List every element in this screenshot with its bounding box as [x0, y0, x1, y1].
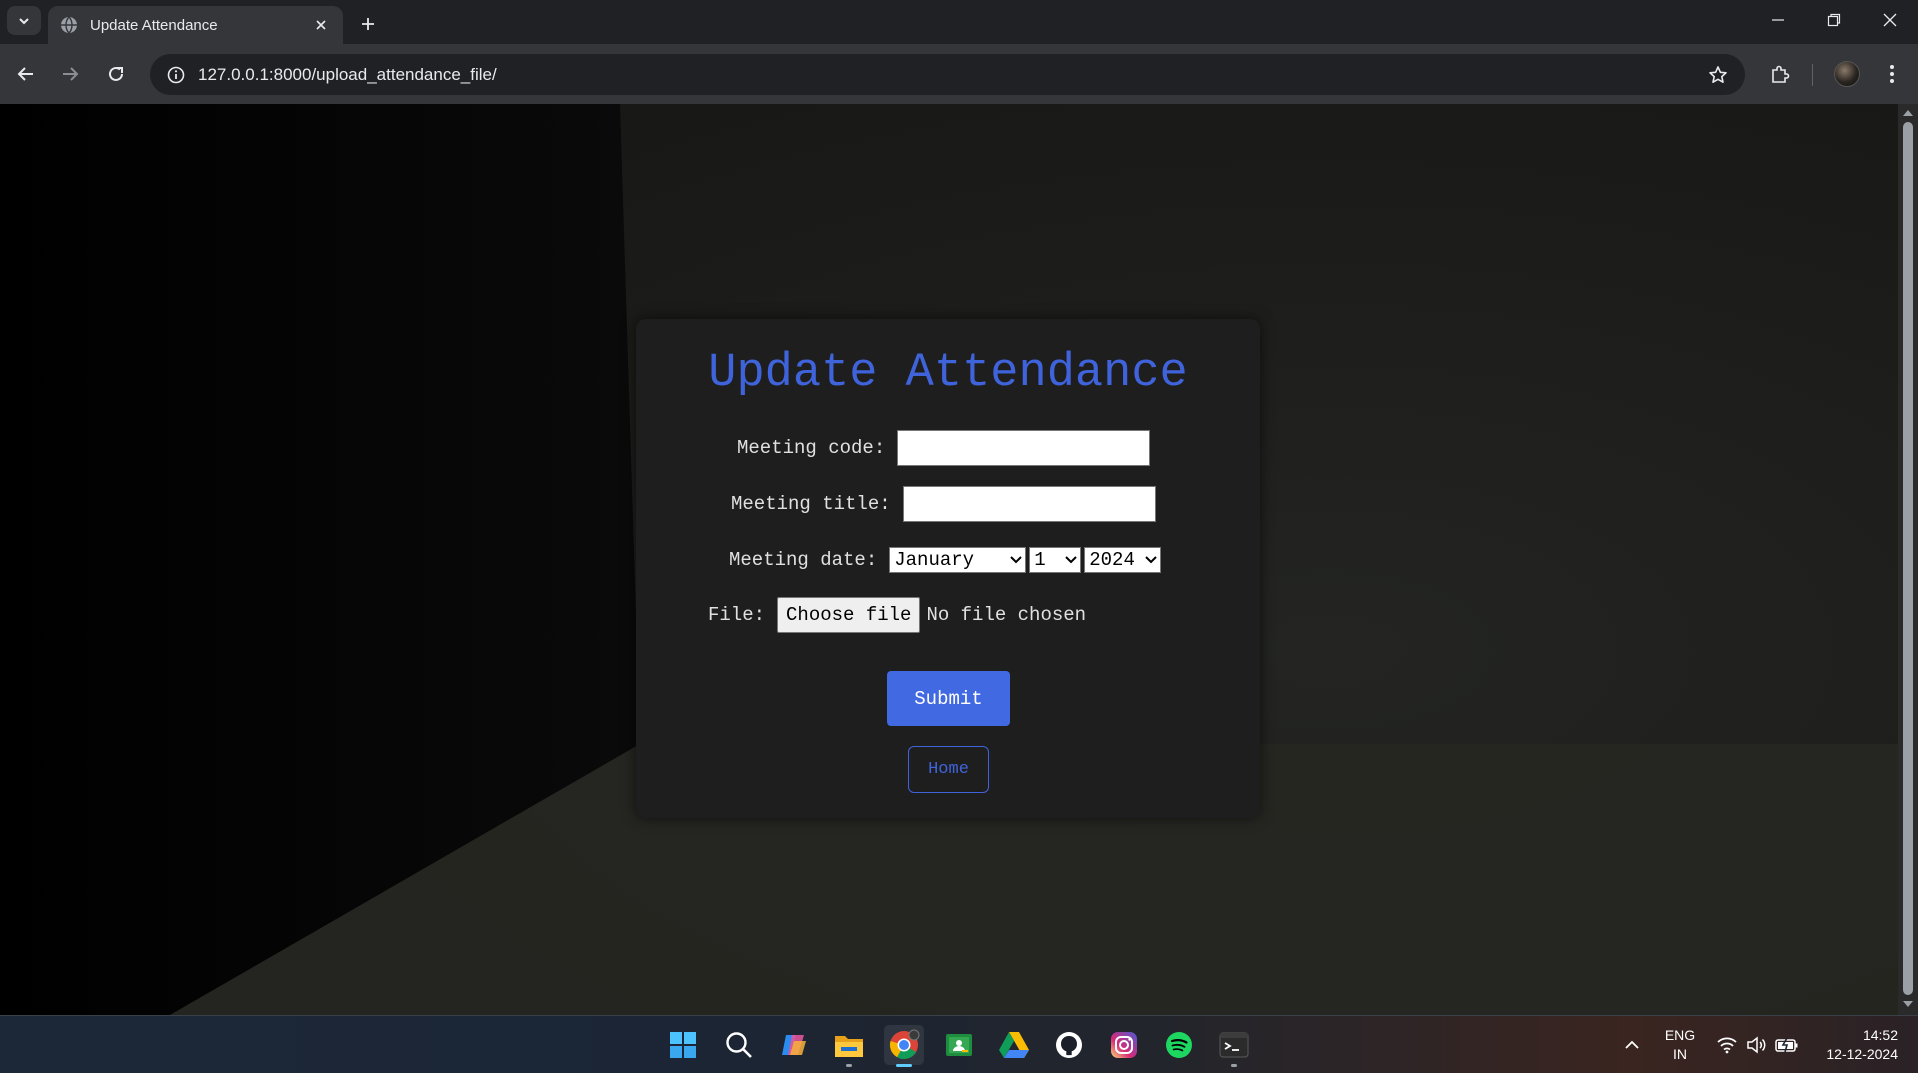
instagram-icon[interactable] — [1104, 1025, 1144, 1065]
active-indicator — [896, 1064, 912, 1067]
forward-button[interactable] — [52, 56, 88, 92]
address-bar[interactable]: 127.0.0.1:8000/upload_attendance_file/ — [150, 54, 1745, 95]
clock-time: 14:52 — [1862, 1027, 1898, 1043]
chevron-down-icon — [19, 17, 29, 24]
reload-icon — [109, 66, 123, 81]
month-select-value: January — [894, 549, 975, 571]
spotify-icon[interactable] — [1159, 1025, 1199, 1065]
windows-start-icon[interactable] — [663, 1025, 703, 1065]
chevron-down-icon — [1145, 556, 1157, 564]
scroll-up-icon[interactable] — [1903, 110, 1913, 116]
minimize-icon — [1772, 19, 1784, 21]
day-select[interactable]: 1 — [1029, 547, 1082, 573]
choose-file-button[interactable]: Choose file — [777, 597, 921, 633]
puzzle-icon — [1772, 65, 1790, 83]
battery-icon[interactable] — [1772, 1025, 1802, 1065]
back-button[interactable] — [8, 56, 44, 92]
page-title: Update Attendance — [708, 347, 1188, 400]
chevron-down-icon — [1010, 556, 1022, 564]
wifi-icon[interactable] — [1712, 1025, 1742, 1065]
file-row: File: Choose file No file chosen — [708, 597, 1086, 633]
arrow-left-icon — [17, 67, 33, 81]
github-icon[interactable] — [1049, 1025, 1089, 1065]
menu-button[interactable] — [1874, 56, 1910, 92]
url-text[interactable]: 127.0.0.1:8000/upload_attendance_file/ — [198, 65, 497, 85]
volume-icon[interactable] — [1742, 1025, 1772, 1065]
meeting-code-row: Meeting code: — [737, 430, 1151, 466]
minimize-button[interactable] — [1750, 0, 1806, 40]
reload-button[interactable] — [98, 56, 134, 92]
terminal-icon[interactable] — [1214, 1025, 1254, 1067]
scroll-down-icon[interactable] — [1903, 1001, 1913, 1007]
meeting-title-label: Meeting title: — [731, 493, 891, 515]
meeting-title-input[interactable] — [902, 486, 1156, 522]
restore-icon — [1827, 13, 1841, 27]
file-explorer-icon[interactable] — [829, 1025, 869, 1067]
close-icon — [1883, 13, 1897, 27]
globe-icon — [61, 16, 77, 34]
page-scrollbar[interactable] — [1898, 104, 1918, 1015]
search-icon[interactable] — [719, 1025, 759, 1065]
avatar — [1834, 61, 1860, 87]
profile-button[interactable] — [1829, 56, 1865, 92]
restore-button[interactable] — [1806, 0, 1862, 40]
tab-search-button[interactable] — [7, 6, 41, 35]
day-select-value: 1 — [1034, 549, 1046, 571]
page-viewport: Update Attendance Meeting code: Meeting … — [0, 104, 1898, 1015]
running-indicator — [846, 1064, 852, 1067]
chevron-down-icon — [1065, 556, 1077, 564]
meeting-code-label: Meeting code: — [737, 437, 886, 459]
home-link[interactable]: Home — [908, 746, 989, 793]
file-label: File: — [708, 604, 766, 626]
clock[interactable]: 14:52 12-12-2024 — [1808, 1026, 1912, 1064]
meeting-date-row: Meeting date: January 1 2024 — [729, 547, 1164, 573]
file-status-text: No file chosen — [926, 604, 1087, 626]
running-indicator — [1231, 1064, 1237, 1067]
bookmark-star-icon[interactable] — [1703, 60, 1733, 90]
chevron-up-icon[interactable] — [1612, 1025, 1652, 1065]
month-select[interactable]: January — [889, 547, 1027, 573]
chrome-icon[interactable] — [884, 1025, 924, 1067]
toolbar-separator — [1812, 64, 1813, 86]
windows-taskbar: ENG IN 14:52 12-12-2024 — [0, 1015, 1918, 1073]
clock-date: 12-12-2024 — [1826, 1046, 1898, 1062]
browser-tab[interactable]: Update Attendance — [48, 6, 343, 44]
copilot-icon[interactable] — [774, 1025, 814, 1065]
scrollbar-thumb[interactable] — [1903, 122, 1913, 995]
submit-button[interactable]: Submit — [887, 671, 1010, 726]
tab-title: Update Attendance — [90, 16, 218, 34]
browser-toolbar: 127.0.0.1:8000/upload_attendance_file/ — [0, 44, 1918, 104]
arrow-right-icon — [63, 67, 79, 81]
tab-close-icon[interactable] — [311, 15, 331, 35]
year-select-value: 2024 — [1089, 549, 1135, 571]
language-line1: ENG — [1664, 1027, 1696, 1043]
year-select[interactable]: 2024 — [1084, 547, 1162, 573]
meeting-date-label: Meeting date: — [729, 549, 878, 571]
google-classroom-icon[interactable] — [939, 1025, 979, 1065]
close-window-button[interactable] — [1862, 0, 1918, 40]
google-drive-icon[interactable] — [994, 1025, 1034, 1065]
update-attendance-card: Update Attendance Meeting code: Meeting … — [636, 319, 1260, 818]
tab-strip: Update Attendance — [0, 0, 1918, 44]
more-vert-icon — [1890, 65, 1894, 83]
site-info-icon[interactable] — [154, 54, 198, 95]
plus-icon — [362, 18, 374, 30]
meeting-code-input[interactable] — [897, 430, 1151, 466]
extensions-button[interactable] — [1762, 56, 1798, 92]
language-line2: IN — [1673, 1046, 1687, 1062]
meeting-title-row: Meeting title: — [731, 486, 1156, 522]
language-indicator[interactable]: ENG IN — [1656, 1026, 1704, 1064]
new-tab-button[interactable] — [352, 8, 384, 40]
